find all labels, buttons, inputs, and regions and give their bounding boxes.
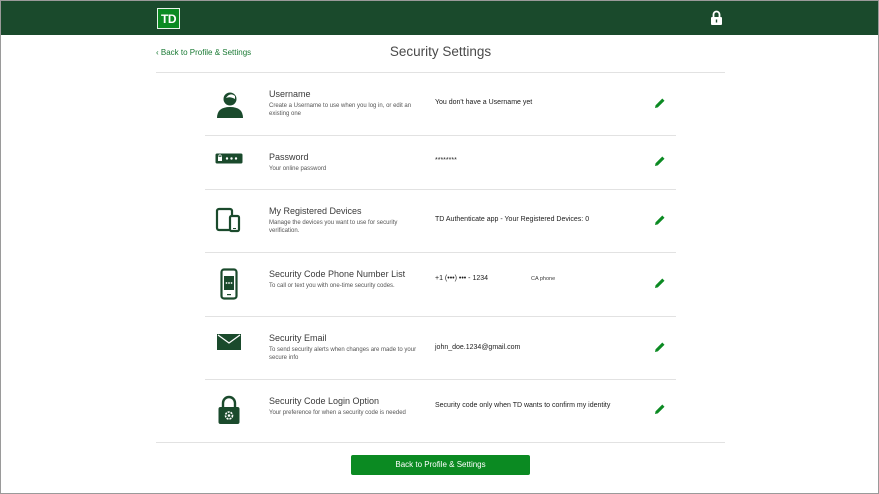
row-value: Security code only when TD wants to conf… [435,402,611,409]
pencil-icon[interactable] [654,155,666,167]
pencil-icon[interactable] [654,341,666,353]
td-logo[interactable]: TD [157,8,180,29]
phone-type-label: CA phone [531,276,556,282]
row-description: Your online password [269,166,327,172]
row-title: Security Code Phone Number List [269,269,406,279]
row-value: +1 (•••) ••• - 1234 [435,275,489,282]
lock-icon [711,10,722,25]
password-icon [215,153,243,164]
pencil-icon[interactable] [654,277,666,289]
footer-divider [156,442,725,443]
pencil-icon[interactable] [654,97,666,109]
security-email-row: Security Email To send security alerts w… [205,317,676,380]
top-bar: TD [1,1,878,35]
row-title: Username [269,89,311,99]
login-option-row: Security Code Login Option Your preferen… [205,380,676,442]
row-value: TD Authenticate app - Your Registered De… [435,216,590,223]
row-value: You don't have a Username yet [435,99,533,106]
pencil-icon[interactable] [654,403,666,415]
phone-icon [220,268,238,300]
row-description: To send security alerts when changes are… [269,347,417,361]
registered-devices-row: My Registered Devices Manage the devices… [205,190,676,253]
back-to-profile-button[interactable]: Back to Profile & Settings [351,455,530,475]
row-description: Your preference for when a security code… [269,410,406,416]
row-description: To call or text you with one-time securi… [269,283,395,289]
row-title: Password [269,152,309,162]
row-value: john_doe.1234@gmail.com [435,344,521,351]
row-description: Manage the devices you want to use for s… [269,220,398,234]
username-row: Username Create a Username to use when y… [205,73,676,136]
devices-icon [215,207,241,233]
page-title: Security Settings [389,44,492,59]
pencil-icon[interactable] [654,214,666,226]
row-value: ******** [435,157,457,164]
email-icon [217,334,241,350]
row-title: Security Code Login Option [269,396,380,406]
security-lock-icon [218,395,240,424]
row-description: Create a Username to use when you log in… [269,103,412,117]
row-title: My Registered Devices [269,206,362,216]
user-icon [217,92,243,118]
phone-number-list-row: Security Code Phone Number List To call … [205,253,676,317]
password-row: Password Your online password ******** [205,136,676,190]
row-title: Security Email [269,333,327,343]
